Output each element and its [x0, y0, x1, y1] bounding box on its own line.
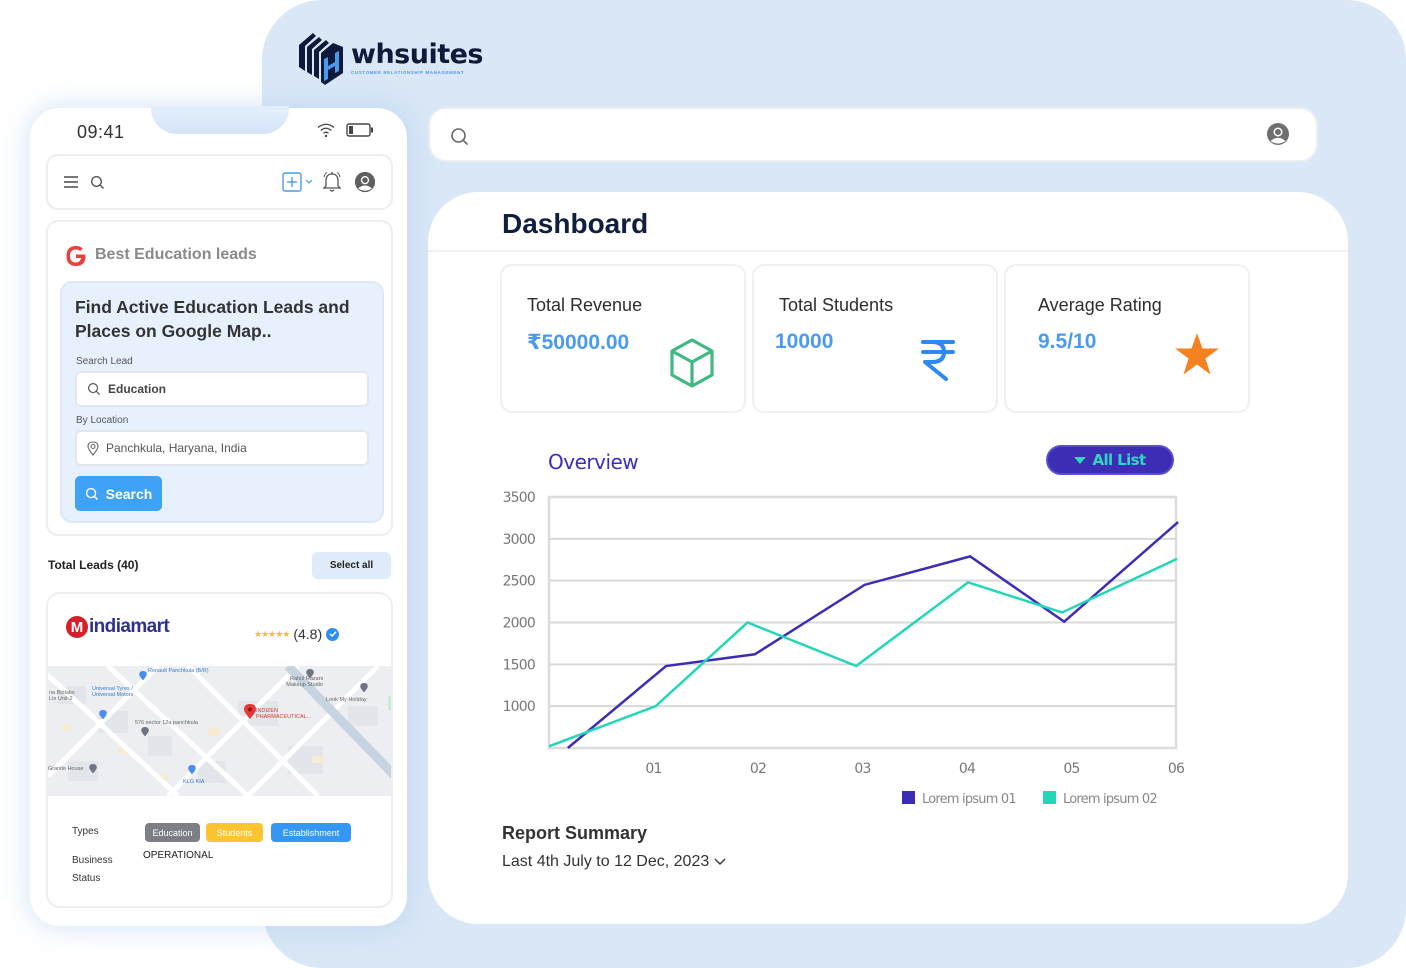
- map-place-icon: [360, 683, 368, 693]
- map-label-rahul: Rahul Razani Makeup Studio: [286, 676, 323, 688]
- whsuites-logo-icon: [299, 33, 343, 85]
- chevron-down-icon: [714, 858, 726, 865]
- x-tick-label: 01: [645, 761, 661, 777]
- search-icon[interactable]: [90, 175, 105, 190]
- map-place-icon: [188, 765, 196, 775]
- lead-search-panel: Best Education leads Find Active Educati…: [46, 220, 393, 536]
- user-avatar-icon[interactable]: [354, 171, 376, 193]
- total-leads-count: Total Leads (40): [48, 558, 139, 572]
- brand-tagline: CUSTOMER RELATIONSHIP MANAGEMENT: [351, 70, 465, 75]
- type-tag-students: Students: [206, 823, 263, 842]
- star-rating-icon: ★★★★★: [254, 628, 290, 639]
- map-label-granite: Granite House: [48, 766, 84, 772]
- map-label-sector: 576 sector 12a panchkula: [135, 720, 198, 726]
- location-input[interactable]: Panchkula, Haryana, India: [75, 430, 369, 466]
- phone-app-header: [46, 154, 393, 210]
- legend-swatch-2: [1043, 791, 1056, 804]
- company-name: indiamart: [89, 616, 170, 637]
- business-status-value: OPERATIONAL: [143, 850, 214, 861]
- x-tick-label: 06: [1168, 761, 1185, 777]
- status-bar-icons: [316, 122, 374, 138]
- battery-icon: [346, 123, 373, 137]
- y-tick-label: 3500: [503, 490, 535, 506]
- business-status-label: Business Status: [72, 855, 113, 884]
- y-tick-label: 3000: [503, 532, 535, 548]
- google-g-icon: [66, 246, 86, 266]
- search-icon: [85, 487, 98, 500]
- type-tag-education: Education: [145, 823, 200, 842]
- global-search-bar[interactable]: [428, 107, 1318, 162]
- search-lead-input[interactable]: Education: [75, 371, 369, 407]
- indiamart-logo: M indiamart: [66, 616, 170, 638]
- search-button-label: Search: [105, 485, 153, 502]
- rating-value: (4.8): [293, 626, 323, 642]
- x-tick-label: 05: [1063, 761, 1079, 777]
- search-lead-value: Education: [108, 382, 167, 396]
- legend-label-2: Lorem ipsum 02: [1063, 792, 1157, 807]
- phone-mockup: 09:41 Best Education leads Find Active E…: [30, 106, 407, 926]
- indiamart-m-icon: M: [66, 616, 88, 638]
- hamburger-menu-icon[interactable]: [63, 175, 79, 189]
- map-label-tyres: Universal Tyres / Universal Motors: [92, 686, 134, 698]
- lead-location-map[interactable]: Renault Panchkula (B/R) Universal Tyres …: [48, 666, 391, 796]
- overview-line-chart: 3500 3000 2500 2000 1500 1000 01 02 03 04 05 06 Lore…: [503, 490, 1186, 807]
- lead-card[interactable]: M indiamart ★★★★★ (4.8) Renault Panchkul…: [46, 592, 393, 908]
- lead-search-form: Find Active Education Leads and Places o…: [60, 281, 384, 523]
- map-label-renault: Renault Panchkula (B/R): [148, 668, 209, 674]
- map-label-klg: KLG KIA: [183, 779, 205, 785]
- report-range-dropdown[interactable]: Last 4th July to 12 Dec, 2023: [502, 853, 727, 871]
- x-tick-label: 03: [854, 761, 870, 777]
- search-icon[interactable]: [450, 127, 470, 147]
- lead-panel-title: Best Education leads: [95, 246, 257, 263]
- status-bar-time: 09:41: [77, 122, 125, 142]
- map-label-holiday: Look My Holiday: [326, 697, 367, 703]
- dashboard-card: Dashboard Total Revenue ₹50000.00 Total …: [428, 192, 1348, 924]
- wifi-icon: [317, 123, 335, 138]
- y-tick-label: 2500: [503, 574, 535, 590]
- location-pin-icon: [87, 440, 99, 456]
- search-button[interactable]: Search: [75, 476, 162, 511]
- legend-label-1: Lorem ipsum 01: [922, 792, 1016, 807]
- x-tick-label: 04: [959, 761, 976, 777]
- type-tag-establishment: Establishment: [271, 823, 351, 842]
- bell-icon[interactable]: [322, 171, 342, 193]
- search-lead-label: Search Lead: [76, 356, 133, 367]
- location-value: Panchkula, Haryana, India: [106, 441, 247, 455]
- types-label: Types: [72, 826, 99, 837]
- map-place-icon: [306, 669, 314, 679]
- report-summary-title: Report Summary: [502, 823, 648, 843]
- y-tick-label: 1000: [503, 699, 535, 715]
- phone-notch: [151, 106, 289, 134]
- report-range-label: Last 4th July to 12 Dec, 2023: [502, 853, 710, 870]
- brand-name: whsuites: [351, 39, 484, 70]
- location-label: By Location: [76, 415, 129, 426]
- lead-search-heading: Find Active Education Leads and Places o…: [75, 297, 350, 341]
- legend-swatch-1: [902, 791, 915, 804]
- brand-logo: whsuites CUSTOMER RELATIONSHIP MANAGEMEN…: [297, 30, 484, 86]
- add-square-icon[interactable]: [282, 172, 316, 192]
- lead-rating: ★★★★★ (4.8): [254, 626, 340, 642]
- map-place-icon: [99, 710, 107, 720]
- y-tick-label: 2000: [503, 616, 535, 632]
- map-pin-icon[interactable]: [244, 704, 256, 720]
- y-tick-label: 1500: [503, 657, 535, 673]
- map-place-icon: [89, 764, 97, 774]
- x-tick-label: 02: [750, 761, 766, 777]
- map-place-icon: [139, 671, 147, 681]
- select-all-button[interactable]: Select all: [312, 552, 391, 579]
- map-label-pin: INDIZEN PHARMACEUTICAL...: [256, 708, 312, 720]
- verified-badge-icon: [326, 627, 340, 641]
- map-label-biolabs: na Biolabs Lts Unit-2: [49, 690, 75, 702]
- user-avatar-icon[interactable]: [1266, 122, 1290, 146]
- map-place-icon: [141, 727, 149, 737]
- search-icon: [87, 382, 101, 396]
